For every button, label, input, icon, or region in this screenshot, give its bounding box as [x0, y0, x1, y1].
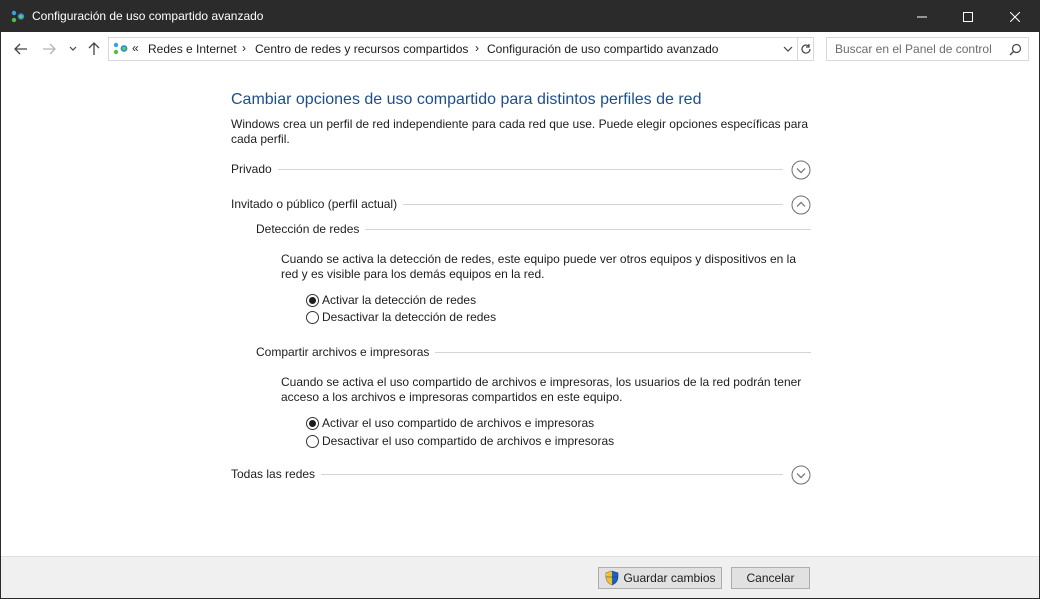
radio-button-selected[interactable] — [306, 416, 319, 430]
cancel-button[interactable]: Cancelar — [731, 567, 810, 589]
address-bar[interactable]: « Redes e Internet › Centro de redes y r… — [108, 37, 814, 61]
network-discovery-header: Detección de redes — [256, 222, 811, 238]
file-sharing-off-option[interactable]: Desactivar el uso compartido de archivos… — [306, 433, 614, 449]
search-box[interactable] — [826, 37, 1029, 61]
file-sharing-on-option[interactable]: Activar el uso compartido de archivos e … — [306, 415, 594, 431]
file-sharing-header: Compartir archivos e impresoras — [256, 345, 811, 361]
network-icon — [11, 10, 25, 23]
minimize-icon — [917, 16, 927, 17]
radio-button[interactable] — [306, 310, 319, 324]
up-button[interactable] — [85, 40, 103, 58]
maximize-button[interactable] — [945, 1, 991, 32]
radio-button[interactable] — [306, 434, 319, 448]
section-private-header[interactable]: Privado — [231, 160, 811, 180]
arrow-right-icon — [43, 43, 56, 55]
network-discovery-off-option[interactable]: Desactivar la detección de redes — [306, 309, 496, 325]
footer-bar: Guardar cambios Cancelar — [1, 556, 1039, 598]
network-icon — [113, 42, 128, 55]
section-guest-header[interactable]: Invitado o público (perfil actual) — [231, 195, 811, 215]
divider — [231, 169, 783, 170]
window-title: Configuración de uso compartido avanzado — [32, 9, 264, 23]
breadcrumb-centro-redes[interactable]: Centro de redes y recursos compartidos — [255, 42, 468, 56]
refresh-button[interactable] — [797, 38, 814, 60]
chevron-down-icon[interactable] — [791, 465, 811, 485]
breadcrumb-configuracion[interactable]: Configuración de uso compartido avanzado — [487, 42, 718, 56]
file-sharing-off-label[interactable]: Desactivar el uso compartido de archivos… — [322, 434, 614, 448]
breadcrumb-separator[interactable]: › — [242, 41, 246, 55]
network-discovery-description: Cuando se activa la detección de redes, … — [281, 252, 796, 281]
maximize-icon — [963, 11, 973, 22]
section-all-header[interactable]: Todas las redes — [231, 465, 811, 485]
arrow-left-icon — [14, 43, 27, 55]
breadcrumb-overflow[interactable]: « — [132, 41, 139, 55]
page-description: Windows crea un perfil de red independie… — [231, 117, 809, 146]
section-guest-label: Invitado o público (perfil actual) — [231, 197, 404, 211]
file-sharing-heading: Compartir archivos e impresoras — [256, 345, 436, 359]
section-private-label: Privado — [231, 162, 278, 176]
search-icon[interactable] — [1009, 43, 1022, 56]
breadcrumb-separator[interactable]: › — [475, 41, 479, 55]
forward-button[interactable] — [40, 40, 58, 58]
close-icon — [1010, 11, 1020, 22]
search-input[interactable] — [827, 38, 1003, 60]
shield-icon — [606, 570, 619, 586]
network-discovery-on-label[interactable]: Activar la detección de redes — [322, 293, 476, 307]
close-button[interactable] — [992, 1, 1038, 32]
save-changes-button[interactable]: Guardar cambios — [598, 567, 722, 589]
network-discovery-heading: Detección de redes — [256, 222, 366, 236]
navigation-bar: « Redes e Internet › Centro de redes y r… — [1, 32, 1039, 66]
recent-locations-button[interactable] — [66, 40, 80, 58]
file-sharing-on-label[interactable]: Activar el uso compartido de archivos e … — [322, 416, 594, 430]
main-content: Cambiar opciones de uso compartido para … — [1, 66, 1039, 556]
back-button[interactable] — [12, 40, 30, 58]
page-title: Cambiar opciones de uso compartido para … — [231, 91, 702, 108]
network-discovery-off-label[interactable]: Desactivar la detección de redes — [322, 310, 496, 324]
network-discovery-on-option[interactable]: Activar la detección de redes — [306, 292, 476, 308]
section-all-label: Todas las redes — [231, 467, 322, 481]
minimize-button[interactable] — [899, 1, 945, 32]
chevron-up-icon[interactable] — [791, 195, 811, 215]
window: Configuración de uso compartido avanzado — [0, 0, 1040, 599]
arrow-up-icon — [88, 42, 100, 55]
address-dropdown-icon[interactable] — [782, 43, 794, 55]
chevron-down-icon[interactable] — [791, 160, 811, 180]
title-bar: Configuración de uso compartido avanzado — [1, 1, 1039, 32]
save-changes-label: Guardar cambios — [623, 571, 716, 585]
refresh-icon — [801, 44, 811, 54]
radio-button-selected[interactable] — [306, 293, 319, 307]
breadcrumb-redes-internet[interactable]: Redes e Internet — [148, 42, 237, 56]
file-sharing-description: Cuando se activa el uso compartido de ar… — [281, 375, 802, 404]
chevron-down-icon — [69, 46, 77, 51]
